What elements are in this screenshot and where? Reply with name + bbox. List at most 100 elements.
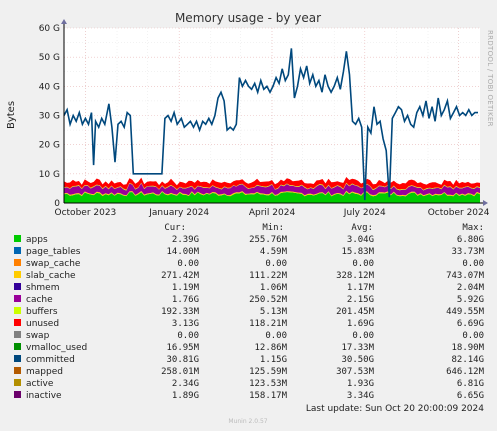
column-header-cur: Cur: (164, 223, 186, 233)
legend-label-cache: cache (26, 295, 53, 305)
legend-label-swap: swap (26, 331, 50, 341)
y-axis-arrow (61, 19, 67, 24)
legend-cur-shmem: 1.19M (172, 283, 200, 293)
legend-avg-swap_cache: 0.00 (352, 259, 374, 269)
column-header-max: Max: (462, 223, 484, 233)
legend-min-apps: 255.76M (249, 235, 288, 245)
legend-cur-apps: 2.39G (172, 235, 199, 245)
legend-cur-swap: 0.00 (177, 331, 199, 341)
y-tick-label: 60 G (39, 24, 60, 34)
legend-max-unused: 6.69G (457, 319, 484, 329)
legend-avg-unused: 1.69G (347, 319, 374, 329)
y-axis-label: Bytes (6, 101, 17, 129)
legend-max-page_tables: 33.73M (451, 247, 484, 257)
munin-version: Munin 2.0.57 (228, 418, 267, 425)
y-tick-label: 20 G (39, 141, 60, 151)
legend-label-active: active (26, 379, 54, 389)
x-tick-label: July 2024 (343, 208, 386, 218)
legend-cur-slab_cache: 271.42M (161, 271, 200, 281)
legend-avg-committed: 30.50G (341, 355, 374, 365)
x-axis-arrow (483, 200, 488, 206)
legend-label-page_tables: page_tables (26, 247, 81, 257)
legend-swatch-buffers (14, 307, 21, 314)
legend-swatch-active (14, 379, 21, 386)
legend-swatch-inactive (14, 391, 21, 398)
legend-max-swap: 0.00 (462, 331, 484, 341)
legend-cur-unused: 3.13G (172, 319, 199, 329)
legend-cur-mapped: 258.01M (161, 367, 200, 377)
column-header-avg: Avg: (351, 223, 373, 233)
y-tick-label: 40 G (39, 82, 60, 92)
legend-swatch-apps (14, 235, 21, 242)
legend-swatch-unused (14, 319, 21, 326)
y-tick-labels: 010 G20 G30 G40 G50 G60 G (39, 24, 61, 209)
legend-cur-swap_cache: 0.00 (177, 259, 199, 269)
legend-label-vmalloc_used: vmalloc_used (26, 343, 87, 353)
legend-swatch-swap (14, 331, 21, 338)
legend-swatch-page_tables (14, 247, 21, 254)
legend-max-slab_cache: 743.07M (446, 271, 485, 281)
last-update: Last update: Sun Oct 20 20:00:09 2024 (306, 404, 484, 414)
x-tick-label: October 2023 (55, 208, 117, 218)
legend-swatch-vmalloc_used (14, 343, 21, 350)
legend-min-vmalloc_used: 12.86M (254, 343, 287, 353)
legend-min-slab_cache: 111.22M (249, 271, 288, 281)
legend-min-unused: 118.21M (249, 319, 288, 329)
legend-cur-committed: 30.81G (166, 355, 199, 365)
legend-avg-buffers: 201.45M (336, 307, 375, 317)
legend-label-slab_cache: slab_cache (26, 271, 76, 281)
legend-label-inactive: inactive (26, 391, 62, 401)
legend-min-active: 123.53M (249, 379, 288, 389)
legend-avg-vmalloc_used: 17.33M (341, 343, 374, 353)
legend-max-vmalloc_used: 18.90M (451, 343, 484, 353)
legend-avg-inactive: 3.34G (347, 391, 374, 401)
legend-swatch-committed (14, 355, 21, 362)
legend-avg-cache: 2.15G (347, 295, 374, 305)
legend-label-shmem: shmem (26, 283, 59, 293)
legend-label-mapped: mapped (26, 367, 63, 377)
legend-cur-active: 2.34G (172, 379, 199, 389)
legend-label-unused: unused (26, 319, 59, 329)
y-tick-label: 50 G (39, 53, 60, 63)
legend-max-mapped: 646.12M (446, 367, 485, 377)
legend-cur-cache: 1.76G (172, 295, 199, 305)
legend-min-mapped: 125.59M (249, 367, 288, 377)
x-tick-label: April 2024 (249, 208, 296, 218)
legend-avg-mapped: 307.53M (336, 367, 375, 377)
legend-min-cache: 250.52M (249, 295, 288, 305)
legend-min-shmem: 1.06M (260, 283, 288, 293)
legend-min-swap: 0.00 (265, 331, 287, 341)
legend-avg-shmem: 1.17M (347, 283, 375, 293)
x-tick-label: January 2024 (148, 208, 209, 218)
legend-cur-vmalloc_used: 16.95M (166, 343, 199, 353)
legend-swatch-mapped (14, 367, 21, 374)
legend-swatch-shmem (14, 283, 21, 290)
rrdtool-credit: RRDTOOL / TOBI OETIKER (486, 30, 494, 127)
legend-max-apps: 6.80G (457, 235, 484, 245)
legend-avg-page_tables: 15.83M (341, 247, 374, 257)
y-tick-label: 10 G (39, 170, 60, 180)
legend-min-swap_cache: 0.00 (265, 259, 287, 269)
legend-label-apps: apps (26, 235, 48, 245)
column-header-min: Min: (262, 223, 284, 233)
legend-cur-buffers: 192.33M (161, 307, 200, 317)
legend-swatch-cache (14, 295, 21, 302)
legend-avg-active: 1.93G (347, 379, 374, 389)
legend-swatch-swap_cache (14, 259, 21, 266)
x-tick-label: October 2024 (428, 208, 490, 218)
legend-min-buffers: 5.13M (260, 307, 288, 317)
legend-label-buffers: buffers (26, 307, 58, 317)
legend-max-swap_cache: 0.00 (462, 259, 484, 269)
legend-max-inactive: 6.65G (457, 391, 484, 401)
legend-swatch-slab_cache (14, 271, 21, 278)
legend-max-committed: 82.14G (451, 355, 484, 365)
y-tick-label: 30 G (39, 112, 60, 122)
legend-max-active: 6.81G (457, 379, 484, 389)
chart-title: Memory usage - by year (175, 11, 321, 25)
legend-cur-inactive: 1.89G (172, 391, 199, 401)
legend-min-inactive: 158.17M (249, 391, 288, 401)
legend-max-shmem: 2.04M (457, 283, 485, 293)
legend-avg-slab_cache: 328.12M (336, 271, 375, 281)
legend-max-cache: 5.92G (457, 295, 484, 305)
legend-cur-page_tables: 14.00M (166, 247, 199, 257)
